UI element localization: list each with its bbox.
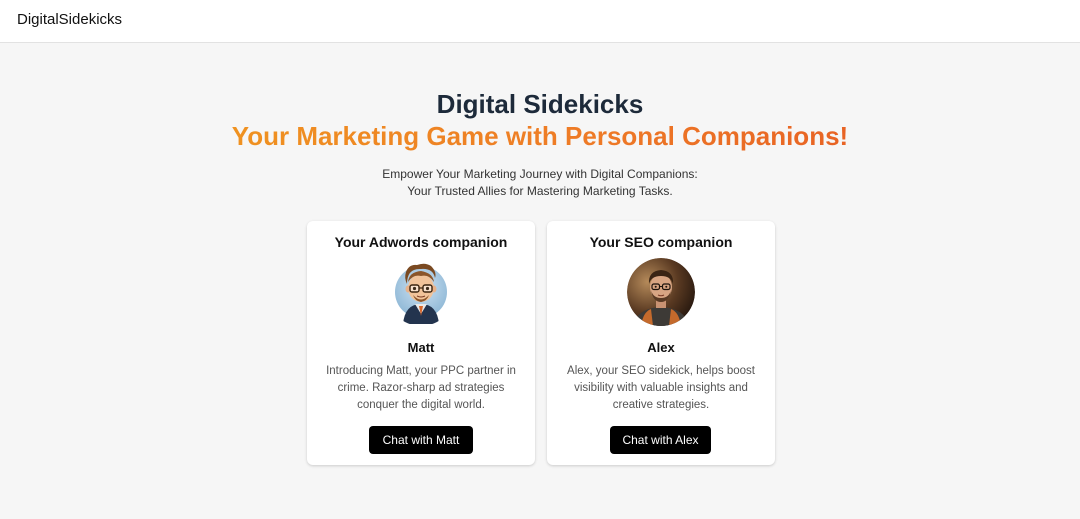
avatar-matt [387, 258, 455, 326]
companion-name: Alex [647, 340, 675, 355]
companion-name: Matt [407, 340, 435, 355]
chat-with-alex-button[interactable]: Chat with Alex [610, 426, 711, 454]
brand-logo-link[interactable]: DigitalSidekicks [17, 11, 122, 28]
companion-bio: Introducing Matt, your PPC partner in cr… [326, 365, 516, 411]
avatar-alex [627, 258, 695, 326]
hero-description-line-2: Your Trusted Allies for Mastering Market… [407, 184, 673, 198]
cartoon-avatar-icon [387, 258, 455, 326]
hero-description: Empower Your Marketing Journey with Digi… [0, 166, 1080, 200]
portrait-avatar-icon [627, 258, 695, 326]
companion-card-matt: Your Adwords companion Matt Introducing … [307, 221, 535, 465]
companion-bio: Alex, your SEO sidekick, helps boost vis… [567, 365, 755, 411]
page-subtitle: Your Marketing Game with Personal Compan… [0, 120, 1080, 152]
companion-card-alex: Your SEO companion Alex Alex, your SEO s… [547, 221, 775, 465]
hero-section: Digital Sidekicks Your Marketing Game wi… [0, 88, 1080, 200]
page-title: Digital Sidekicks [436, 89, 644, 119]
top-navbar: DigitalSidekicks [0, 0, 1080, 43]
chat-with-matt-button[interactable]: Chat with Matt [369, 426, 473, 454]
card-title: Your Adwords companion [334, 234, 508, 250]
hero-description-line-1: Empower Your Marketing Journey with Digi… [382, 167, 698, 181]
card-title: Your SEO companion [589, 234, 733, 250]
